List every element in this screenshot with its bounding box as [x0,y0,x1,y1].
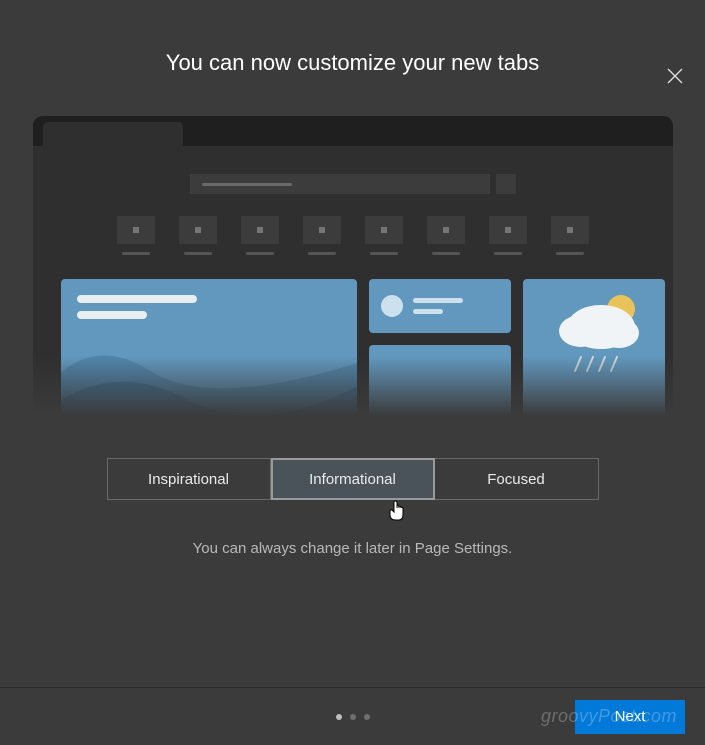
option-inspirational[interactable]: Inspirational [107,458,271,500]
page-dot[interactable] [336,714,342,720]
browser-mock [33,116,673,416]
option-informational[interactable]: Informational [271,458,435,500]
search-box-mock [190,174,490,194]
quick-link [421,216,471,255]
layout-options: Inspirational Informational Focused [0,458,705,500]
tab-strip [33,116,673,146]
quick-link [545,216,595,255]
pagination-dots [336,714,370,720]
close-icon [667,68,683,84]
info-card [369,279,511,333]
hint-text: You can always change it later in Page S… [0,540,705,557]
mountains-illustration [61,335,357,416]
cursor-pointer-icon [388,500,406,522]
content-cards [61,279,645,416]
quick-link [359,216,409,255]
quick-link [235,216,285,255]
quick-link [297,216,347,255]
dialog-footer: Next [0,687,705,745]
close-button[interactable] [667,68,683,84]
page-dot[interactable] [350,714,356,720]
info-card [369,345,511,416]
quick-link [483,216,533,255]
browser-tab [43,122,183,146]
weather-icon [523,279,665,416]
search-button-mock [496,174,516,194]
next-button[interactable]: Next [575,700,685,734]
search-row [33,174,673,194]
layout-preview [33,116,673,416]
quick-links-row [33,216,673,255]
quick-link [173,216,223,255]
dialog-title: You can now customize your new tabs [0,50,705,76]
option-focused[interactable]: Focused [435,458,599,500]
page-dot[interactable] [364,714,370,720]
news-card [61,279,357,416]
quick-link [111,216,161,255]
weather-card [523,279,665,416]
